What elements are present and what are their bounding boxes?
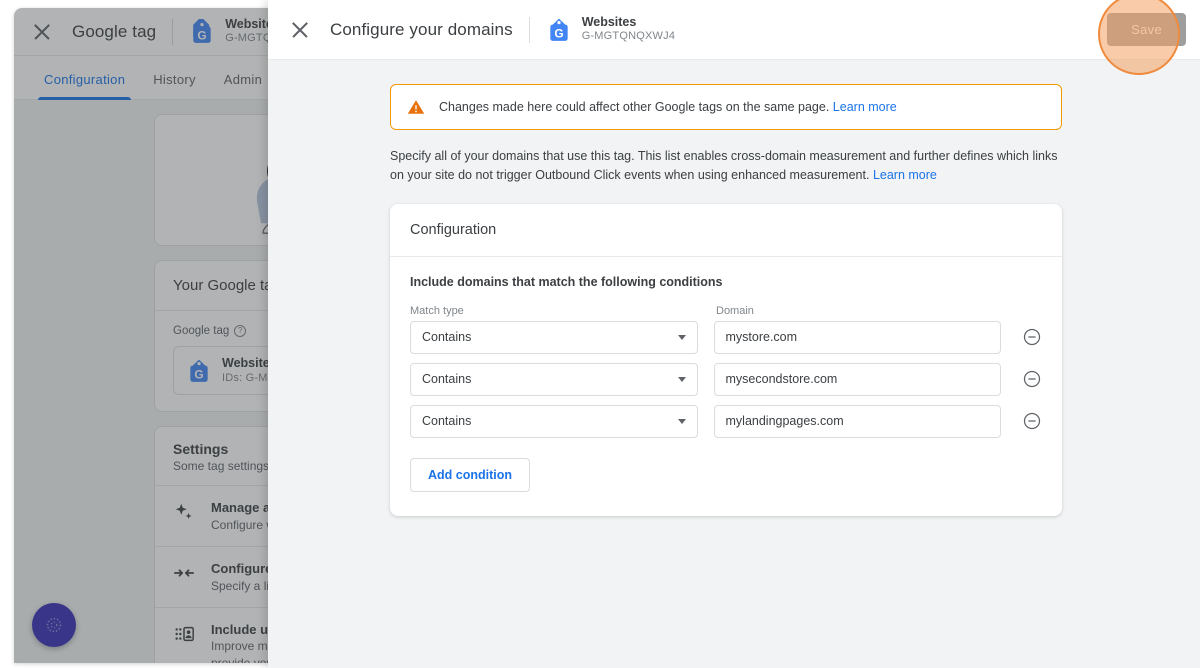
match-type-select[interactable]: Contains	[410, 405, 698, 438]
svg-text:G: G	[554, 26, 563, 40]
remove-circle-icon[interactable]	[1022, 327, 1042, 347]
remove-circle-icon[interactable]	[1022, 369, 1042, 389]
domain-input[interactable]	[714, 363, 1002, 396]
match-type-value: Contains	[422, 372, 471, 386]
configuration-card: Configuration Include domains that match…	[390, 204, 1062, 516]
chevron-down-icon	[678, 335, 686, 340]
domain-input[interactable]	[714, 321, 1002, 354]
modal-header: Configure your domains G Websites G-MGTQ…	[268, 0, 1200, 60]
warning-triangle-icon	[407, 98, 425, 116]
column-header-domain: Domain	[716, 305, 754, 317]
match-type-select[interactable]: Contains	[410, 321, 698, 354]
warning-banner: Changes made here could affect other Goo…	[390, 84, 1062, 130]
modal-title: Configure your domains	[330, 20, 513, 40]
google-tag-icon: G	[546, 17, 572, 43]
intro-paragraph: Specify all of your domains that use thi…	[390, 147, 1062, 186]
condition-row: Contains	[410, 405, 1042, 438]
match-type-value: Contains	[422, 330, 471, 344]
conditions-title: Include domains that match the following…	[410, 275, 1042, 289]
remove-circle-icon[interactable]	[1022, 411, 1042, 431]
condition-row: Contains	[410, 363, 1042, 396]
warning-text: Changes made here could affect other Goo…	[439, 100, 897, 114]
match-type-value: Contains	[422, 414, 471, 428]
column-headers: Match type Domain	[410, 305, 1042, 317]
modal-body: Changes made here could affect other Goo…	[268, 60, 1200, 668]
configure-domains-modal: Configure your domains G Websites G-MGTQ…	[268, 0, 1200, 668]
close-icon[interactable]	[288, 18, 312, 42]
chevron-down-icon	[678, 419, 686, 424]
intro-learn-more-link[interactable]: Learn more	[873, 168, 937, 182]
save-button[interactable]: Save	[1107, 13, 1186, 46]
condition-row: Contains	[410, 321, 1042, 354]
add-condition-button[interactable]: Add condition	[410, 458, 530, 492]
match-type-select[interactable]: Contains	[410, 363, 698, 396]
column-header-match-type: Match type	[410, 305, 716, 317]
modal-tag-name: Websites	[582, 15, 675, 31]
modal-tag-id: G-MGTQNQXWJ4	[582, 30, 675, 44]
divider	[529, 17, 530, 43]
modal-tag-chip: G Websites G-MGTQNQXWJ4	[546, 15, 675, 44]
configuration-heading: Configuration	[390, 204, 1062, 257]
warning-learn-more-link[interactable]: Learn more	[833, 100, 897, 114]
chevron-down-icon	[678, 377, 686, 382]
intro-text: Specify all of your domains that use thi…	[390, 149, 1057, 182]
screenshot-root: Google tag G Websites G-MGTQNQXWJ4 Confi…	[0, 0, 1200, 668]
domain-input[interactable]	[714, 405, 1002, 438]
warning-message: Changes made here could affect other Goo…	[439, 100, 829, 114]
